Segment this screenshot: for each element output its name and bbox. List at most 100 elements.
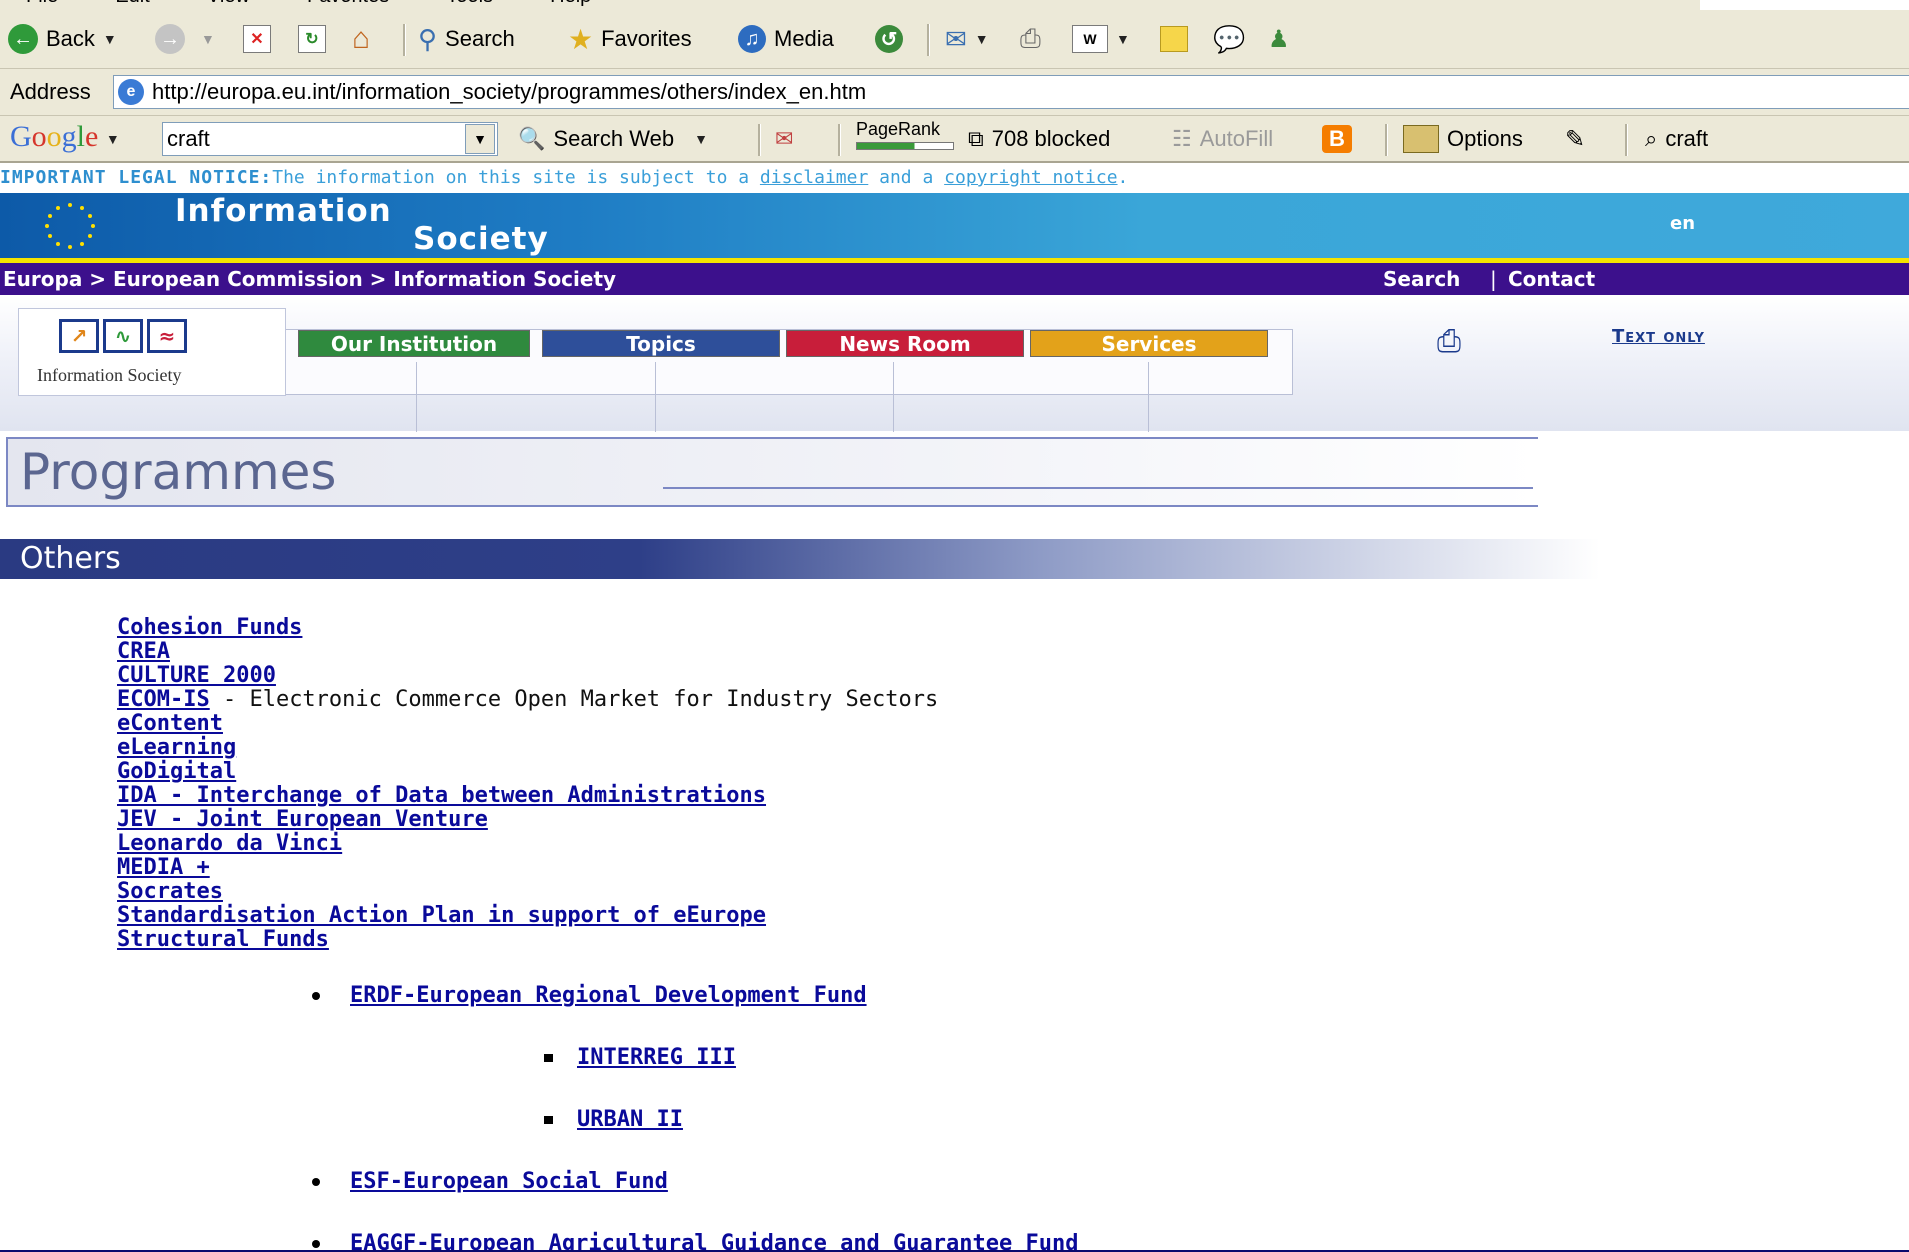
mail-button[interactable]: ✉ ▼ [945,22,989,56]
menu-bar: File Edit View Favorites Tools Help [0,0,1700,10]
menu-help[interactable]: Help [550,0,591,8]
site-banner: Information Society en [0,193,1909,263]
menu-edit[interactable]: Edit [115,0,149,8]
language-selector[interactable]: en [1670,213,1695,234]
fund-link-interreg-iii[interactable]: INTERREG III [577,1045,736,1070]
messenger-people-button[interactable]: ♟ [1268,22,1290,56]
menu-view[interactable]: View [207,0,250,8]
home-button[interactable]: ⌂ [352,22,370,56]
toolbar-separator [403,24,406,56]
tab-our-institution[interactable]: Our Institution [298,330,530,357]
list-item: ESF-European Social Fund [312,1169,668,1194]
programme-link-standardisation-action-plan[interactable]: Standardisation Action Plan in support o… [117,903,766,928]
fund-link-eaggf[interactable]: EAGGF-European Agricultural Guidance and… [350,1231,1078,1252]
page-title: Programmes [20,443,337,501]
word-find-icon: ⌕ [1645,126,1658,151]
information-society-logo[interactable]: ↗ ∿ ≈ Information Society [18,308,286,396]
disclaimer-link[interactable]: disclaimer [760,167,868,188]
mail-dropdown-icon[interactable]: ▼ [975,31,989,47]
news-button[interactable]: ✉ [775,122,793,156]
programme-link-jev[interactable]: JEV - Joint European Venture [117,807,488,832]
edit-dropdown-icon[interactable]: ▼ [1116,31,1130,47]
tab-news-room[interactable]: News Room [786,330,1024,357]
options-button[interactable]: Options [1403,122,1523,156]
fund-link-esf[interactable]: ESF-European Social Fund [350,1169,668,1194]
search-link[interactable]: Search [1383,263,1460,295]
popup-blocker-button[interactable]: ⧉ 708 blocked [968,122,1110,156]
programme-description: - Electronic Commerce Open Market for In… [209,687,939,712]
list-item: INTERREG III [544,1045,736,1070]
search-web-button[interactable]: 🔍 Search Web ▼ [518,122,708,156]
popup-blocker-icon: ⧉ [968,126,984,151]
media-label: Media [774,26,834,51]
address-input[interactable]: e http://europa.eu.int/information_socie… [113,75,1909,109]
toolbar-separator [758,124,761,156]
favorites-button[interactable]: ★ Favorites [568,22,692,56]
tab-services[interactable]: Services [1030,330,1268,357]
list-item: ECOM-IS - Electronic Commerce Open Marke… [117,688,938,712]
programme-link-godigital[interactable]: GoDigital [117,759,236,784]
media-button[interactable]: ♫ Media [738,22,834,56]
menu-favorites[interactable]: Favorites [307,0,389,8]
google-search-history-dropdown[interactable]: ▼ [465,124,495,154]
chart-line-icon: ∿ [103,319,143,353]
printer-icon: ⎙ [1020,23,1041,53]
programme-link-crea[interactable]: CREA [117,639,170,664]
subnav-divider [416,362,417,432]
programme-link-socrates[interactable]: Socrates [117,879,223,904]
toolbar-separator [927,24,930,56]
menu-tools[interactable]: Tools [446,0,493,8]
blogger-icon: B [1322,125,1352,153]
menu-file[interactable]: File [26,0,58,8]
google-logo[interactable]: Google ▼ [10,120,120,154]
forward-dropdown-icon[interactable]: ▼ [201,31,215,47]
pagerank-indicator[interactable]: PageRank [856,120,954,154]
breadcrumb-bar: Europa > European Commission > Informati… [0,263,1909,295]
fund-link-urban-ii[interactable]: URBAN II [577,1107,683,1132]
programme-link-ida[interactable]: IDA - Interchange of Data between Admini… [117,783,766,808]
list-item: MEDIA + [117,856,938,880]
discuss-button[interactable] [1160,22,1188,56]
blogger-button[interactable]: B [1322,122,1352,156]
programme-link-elearning[interactable]: eLearning [117,735,236,760]
home-icon: ⌂ [352,22,371,55]
breadcrumb[interactable]: Europa > European Commission > Informati… [3,263,616,295]
search-label: Search [445,26,515,51]
programme-link-structural-funds[interactable]: Structural Funds [117,927,329,952]
refresh-button[interactable]: ↻ [298,22,326,56]
highlighter-button[interactable]: ✎ [1565,122,1585,156]
page-header: Programmes [6,437,1538,507]
stop-button[interactable]: ✕ [243,22,271,56]
google-menu-dropdown-icon[interactable]: ▼ [106,131,120,147]
word-find-label: craft [1665,126,1709,151]
autofill-button[interactable]: ☷ AutoFill [1172,122,1273,156]
programme-link-econtent[interactable]: eContent [117,711,223,736]
print-button[interactable]: ⎙ [1020,22,1041,56]
edit-button[interactable]: W ▼ [1072,22,1130,56]
search-web-dropdown-icon[interactable]: ▼ [694,131,708,147]
address-label: Address [10,79,91,104]
tab-topics[interactable]: Topics [542,330,780,357]
mail-icon: ✉ [945,23,967,54]
copyright-notice-link[interactable]: copyright notice [944,167,1117,188]
programme-link-leonardo-da-vinci[interactable]: Leonardo da Vinci [117,831,342,856]
text-only-link[interactable]: Text only [1612,326,1705,347]
back-dropdown-icon[interactable]: ▼ [103,31,117,47]
search-button[interactable]: ⚲ Search [418,22,515,56]
history-button[interactable]: ↺ [875,22,911,56]
programme-link-ecom-is[interactable]: ECOM-IS [117,687,210,712]
programme-link-cohesion-funds[interactable]: Cohesion Funds [117,615,302,640]
programme-link-culture-2000[interactable]: CULTURE 2000 [117,663,276,688]
messenger-button[interactable]: 💬 [1213,22,1245,56]
word-find-craft-button[interactable]: ⌕ craft [1645,122,1708,156]
forward-arrow-icon: → [155,24,185,54]
back-button[interactable]: ← Back ▼ [8,22,117,56]
section-title: Others [20,541,121,576]
fund-link-erdf[interactable]: ERDF-European Regional Development Fund [350,983,867,1008]
programme-link-media-plus[interactable]: MEDIA + [117,855,210,880]
google-search-input[interactable]: craft [162,122,498,156]
chat-bubble-icon: 💬 [1213,23,1246,54]
print-page-icon[interactable]: ⎙ [1427,326,1471,358]
contact-link[interactable]: Contact [1508,263,1595,295]
forward-button[interactable]: → ▼ [155,22,215,56]
